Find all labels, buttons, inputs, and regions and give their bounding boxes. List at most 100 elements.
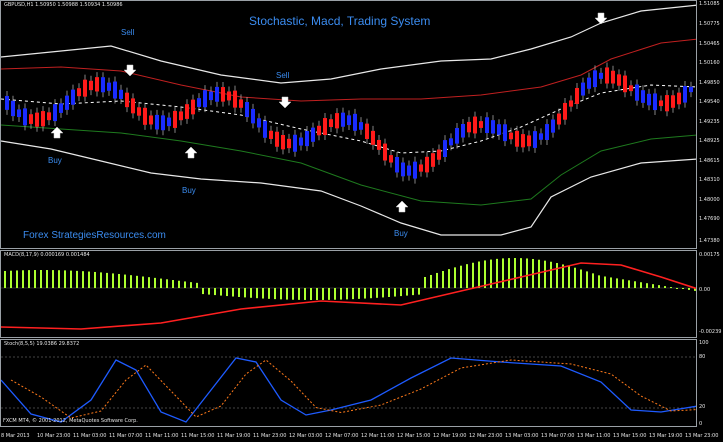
macd-histogram-bar — [370, 288, 372, 299]
candle-body — [23, 108, 27, 126]
candle-body — [449, 138, 453, 146]
candle-body — [635, 84, 639, 101]
macd-axis-bottom: -0.00239 — [699, 329, 722, 335]
candle-body — [377, 139, 381, 150]
macd-histogram-bar — [580, 269, 582, 288]
macd-histogram-bar — [316, 288, 318, 300]
macd-histogram-bar — [172, 280, 174, 288]
candle-body — [209, 91, 213, 101]
macd-histogram-bar — [550, 261, 552, 288]
macd-histogram-bar — [160, 278, 162, 288]
macd-histogram-bar — [658, 285, 660, 288]
macd-histogram-bar — [292, 288, 294, 300]
candle-body — [113, 81, 117, 99]
candle-body — [509, 132, 513, 140]
macd-histogram-bar — [502, 258, 504, 288]
macd-pane[interactable]: MACD(8,17,9) 0.000169 0.001484 — [0, 250, 697, 338]
lower-envelope-line — [1, 124, 696, 206]
macd-histogram-bar — [124, 274, 126, 288]
price-axis-label: 1.48310 — [699, 177, 720, 183]
candle-body — [101, 77, 105, 93]
candle-body — [161, 115, 165, 131]
candle-body — [305, 130, 309, 147]
macd-histogram-bar — [88, 271, 90, 288]
candle-body — [89, 80, 93, 91]
candle-body — [59, 103, 63, 113]
macd-histogram-bar — [586, 271, 588, 288]
macd-histogram-bar — [106, 272, 108, 288]
candle-body — [131, 98, 135, 114]
macd-histogram-bar — [196, 282, 198, 288]
macd-histogram-bar — [496, 258, 498, 288]
candle-body — [407, 165, 411, 176]
candle-body — [275, 131, 279, 147]
price-axis-label: 1.49540 — [699, 99, 720, 105]
candle-body — [341, 112, 345, 127]
candle-body — [683, 86, 687, 103]
macd-histogram-bar — [28, 270, 30, 288]
macd-histogram-bar — [52, 270, 54, 288]
candle-body — [389, 155, 393, 163]
time-axis-label: 13 Mar 19:00 — [649, 433, 683, 439]
candle-body — [269, 130, 273, 139]
candle-body — [383, 143, 387, 161]
macd-histogram-bar — [40, 270, 42, 288]
stochastic-pane[interactable]: Stoch(8,5,5) 19.0386 29.8372 — [0, 339, 697, 427]
candle-body — [215, 86, 219, 102]
macd-histogram-bar — [136, 275, 138, 288]
time-axis-label: 13 Mar 23:00 — [685, 433, 719, 439]
buy-annotation-1: Buy — [48, 156, 62, 165]
macd-histogram-bar — [622, 279, 624, 288]
chart-title: Stochastic, Macd, Trading System — [249, 14, 431, 28]
macd-histogram-bar — [238, 288, 240, 297]
macd-histogram-bar — [598, 275, 600, 288]
macd-histogram-bar — [514, 258, 516, 288]
candle-body — [119, 89, 123, 99]
macd-histogram-bar — [184, 281, 186, 288]
macd-histogram-bar — [670, 287, 672, 289]
macd-histogram-bar — [10, 270, 12, 288]
candle-body — [239, 99, 243, 108]
candle-body — [581, 82, 585, 96]
macd-histogram-bar — [568, 266, 570, 288]
lower-band-line — [1, 140, 696, 236]
macd-histogram-bar — [508, 258, 510, 288]
macd-histogram-bar — [394, 288, 396, 297]
price-chart-canvas — [1, 4, 696, 236]
candle-body — [317, 125, 321, 136]
candle-body — [311, 127, 315, 142]
candle-body — [491, 120, 495, 134]
candle-body — [359, 122, 363, 130]
macd-histogram-bar — [418, 288, 420, 295]
time-axis-label: 12 Mar 03:00 — [289, 433, 323, 439]
candle-body — [557, 113, 561, 125]
macd-histogram-bar — [628, 280, 630, 288]
price-chart-pane[interactable]: GBPUSD,H1 1.50950 1.50988 1.50934 1.5098… — [0, 0, 697, 249]
candle-body — [503, 124, 507, 142]
candle-body — [191, 99, 195, 115]
candle-body — [185, 104, 189, 119]
macd-histogram-bar — [118, 273, 120, 288]
macd-histogram-bar — [646, 283, 648, 288]
macd-axis-zero: 0.00 — [699, 287, 711, 293]
candle-body — [155, 114, 159, 130]
candle-body — [143, 107, 147, 125]
candle-body — [599, 72, 603, 79]
candle-body — [329, 119, 333, 128]
macd-histogram-bar — [310, 288, 312, 300]
candle-body — [641, 90, 645, 103]
macd-histogram-bar — [70, 270, 72, 288]
macd-histogram-bar — [94, 271, 96, 288]
candle-body — [659, 100, 663, 107]
candle-body — [479, 121, 483, 128]
macd-histogram-bar — [538, 259, 540, 288]
macd-histogram-bar — [82, 271, 84, 288]
stochastic-canvas — [1, 356, 696, 423]
upper-envelope-line — [1, 38, 696, 102]
candle-body — [281, 135, 285, 150]
time-axis-label: 11 Mar 11:00 — [145, 433, 179, 439]
candle-body — [545, 124, 549, 140]
candle-body — [413, 161, 417, 179]
price-axis-label: 1.49850 — [699, 80, 720, 86]
macd-histogram-bar — [268, 288, 270, 299]
